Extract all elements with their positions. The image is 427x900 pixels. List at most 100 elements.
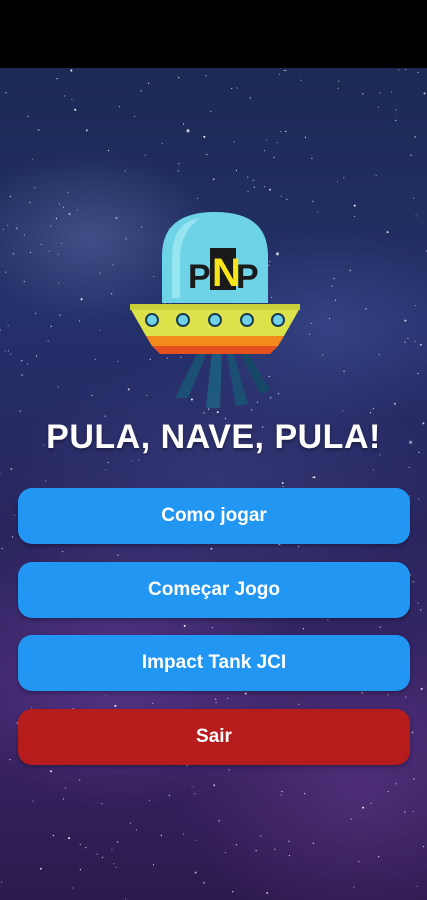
star — [191, 786, 193, 788]
star — [125, 898, 127, 900]
star — [412, 581, 414, 583]
star — [408, 466, 410, 468]
star — [266, 891, 269, 894]
star — [232, 891, 234, 893]
star — [29, 201, 31, 203]
star — [249, 97, 251, 99]
svg-text:P: P — [236, 258, 259, 296]
star — [161, 142, 163, 144]
star — [370, 802, 372, 805]
impact-tank-button[interactable]: Impact Tank JCI — [18, 635, 410, 691]
star — [395, 783, 397, 785]
star — [280, 794, 282, 796]
star — [410, 574, 412, 576]
star — [107, 149, 110, 152]
star — [168, 794, 170, 797]
star — [5, 92, 7, 94]
star — [27, 115, 29, 117]
star — [1, 881, 3, 883]
star — [407, 337, 409, 339]
star — [104, 415, 106, 417]
star — [186, 765, 188, 767]
star — [144, 154, 146, 156]
star — [203, 412, 205, 414]
star — [32, 800, 34, 802]
star — [227, 697, 229, 699]
star — [304, 136, 307, 138]
star — [337, 181, 339, 183]
star — [62, 551, 64, 553]
star — [210, 110, 212, 112]
start-game-button[interactable]: Começar Jogo — [18, 562, 410, 618]
star — [378, 856, 380, 858]
star — [85, 129, 88, 132]
star — [64, 787, 66, 789]
star — [79, 320, 81, 322]
star — [288, 840, 290, 842]
star — [413, 778, 415, 780]
star — [117, 360, 119, 362]
star — [57, 386, 59, 388]
star — [265, 139, 268, 141]
star — [71, 98, 73, 100]
star — [117, 554, 119, 556]
star — [52, 834, 54, 837]
star — [404, 319, 407, 322]
star — [76, 209, 79, 211]
star — [117, 841, 119, 843]
how-to-play-button[interactable]: Como jogar — [18, 488, 410, 544]
star — [387, 790, 389, 793]
star — [235, 844, 237, 846]
star — [37, 129, 40, 131]
star — [215, 702, 217, 704]
star — [50, 325, 52, 327]
star — [0, 329, 1, 331]
star — [31, 158, 34, 160]
star — [276, 142, 278, 144]
star — [280, 131, 282, 133]
star — [178, 163, 180, 165]
star — [85, 847, 87, 849]
star — [285, 69, 287, 71]
star — [398, 69, 400, 71]
star — [39, 867, 42, 870]
star — [1, 547, 3, 550]
star — [260, 835, 262, 837]
star — [208, 408, 210, 410]
star — [211, 627, 213, 629]
star — [124, 170, 126, 172]
star — [247, 176, 249, 178]
star — [411, 731, 414, 734]
star — [115, 866, 117, 868]
star — [422, 845, 425, 848]
star — [7, 224, 9, 226]
star — [131, 460, 133, 462]
star — [57, 253, 59, 255]
star — [0, 472, 1, 474]
star — [300, 79, 302, 81]
star — [404, 341, 406, 343]
exit-button[interactable]: Sair — [18, 709, 410, 765]
star — [333, 278, 335, 280]
star — [255, 850, 257, 852]
star — [9, 195, 11, 198]
star — [11, 536, 14, 538]
star — [387, 694, 389, 696]
star — [29, 251, 31, 254]
star — [417, 71, 419, 73]
star — [148, 82, 150, 84]
star — [56, 78, 58, 80]
star — [94, 358, 96, 360]
star — [50, 225, 52, 227]
how-to-play-label: Como jogar — [161, 505, 267, 526]
star — [273, 156, 275, 158]
star — [104, 695, 106, 697]
star — [343, 370, 345, 372]
star — [58, 282, 60, 284]
star — [113, 863, 115, 865]
star — [417, 602, 419, 604]
star — [378, 354, 380, 356]
star — [343, 177, 345, 179]
star — [281, 482, 284, 484]
status-bar — [0, 0, 427, 68]
